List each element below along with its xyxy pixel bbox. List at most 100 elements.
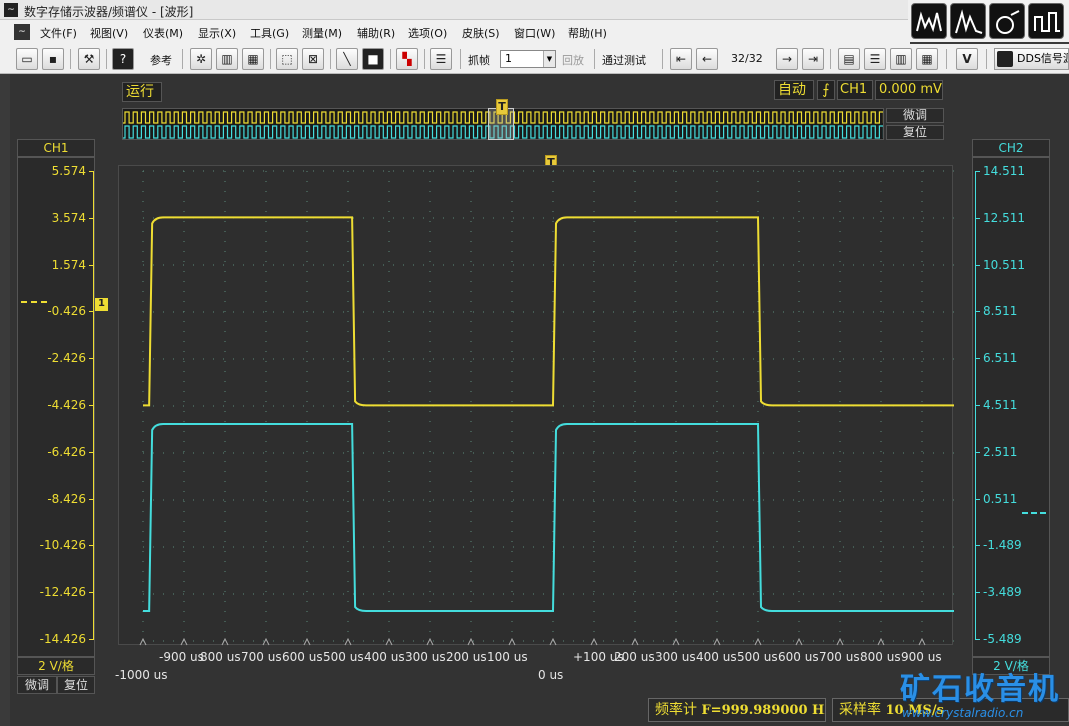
ch1-axis-line (93, 171, 94, 639)
dds-label: DDS信号源 (1017, 52, 1069, 65)
toolbar-separator (70, 49, 71, 69)
scope-display[interactable] (118, 165, 967, 646)
layout-icon[interactable]: ☰ (430, 48, 452, 70)
split-horizontal-icon[interactable]: ☰ (864, 48, 886, 70)
sample-rate-label: 采样率 (839, 702, 881, 718)
ch2-offset-indicator (1022, 512, 1046, 514)
toolbar-separator (830, 49, 831, 69)
last-frame-icon[interactable]: ⇥ (802, 48, 824, 70)
system-menu-icon[interactable]: ~ (14, 24, 30, 40)
time-tick-arrow (180, 637, 188, 646)
menu-options[interactable]: 选项(O) (408, 25, 447, 41)
ch1-fine-button[interactable]: 微调 (17, 676, 57, 694)
ch2-tick-label: -5.489 (983, 632, 1022, 646)
menu-window[interactable]: 窗口(W) (514, 25, 555, 41)
reset-button[interactable]: 复位 (886, 125, 944, 140)
ch1-volts-per-div[interactable]: 2 V/格 (17, 657, 95, 675)
time-tick-arrow (221, 637, 229, 646)
watermark-url: www.crystalradio.cn (902, 706, 1024, 720)
ch1-tick-mark (89, 639, 94, 640)
time-tick-label: 300 us (655, 650, 696, 664)
ch1-tick-label: 5.574 (51, 164, 86, 178)
waveform-plot (139, 170, 967, 646)
skin-spectrum-icon[interactable] (950, 3, 986, 39)
ch2-tick-label: 2.511 (983, 444, 1018, 459)
trigger-channel-button[interactable]: CH1 (837, 80, 873, 100)
first-frame-icon[interactable]: ⇤ (670, 48, 692, 70)
skin-square-wave-icon[interactable] (1028, 3, 1064, 39)
ch1-header[interactable]: CH1 (17, 139, 95, 157)
toolbar-separator (390, 49, 391, 69)
time-center: 0 us (538, 668, 564, 682)
ch2-tick-label: 8.511 (983, 304, 1018, 319)
ch2-axis-panel: 14.511 12.511 10.511 8.511 6.511 4.511 2.511 0.… (972, 157, 1050, 657)
toolbar-separator (424, 49, 425, 69)
menu-measure[interactable]: 测量(M) (302, 25, 342, 41)
stop-icon[interactable]: ■ (362, 48, 384, 70)
menu-display[interactable]: 显示(X) (198, 25, 236, 41)
overview-trigger-marker[interactable]: T (496, 99, 508, 115)
menu-help[interactable]: 帮助(H) (568, 25, 607, 41)
next-frame-icon[interactable]: → (776, 48, 798, 70)
toolbar-separator (330, 49, 331, 69)
capture-count-select[interactable]: 1 ▼ (500, 50, 556, 68)
grid-icon[interactable]: ▥ (216, 48, 238, 70)
toolbar-separator (594, 49, 595, 69)
help-icon[interactable]: ? (112, 48, 134, 70)
single-view-icon[interactable]: ▤ (838, 48, 860, 70)
ch1-reset-button[interactable]: 复位 (57, 676, 95, 694)
split-vertical-icon[interactable]: ▥ (890, 48, 912, 70)
reference-button[interactable]: 参考 (150, 52, 172, 68)
time-tick-label: 500 us (323, 650, 364, 664)
run-stop-button[interactable]: 运行 (122, 82, 162, 102)
open-file-icon[interactable]: ▭ (16, 48, 38, 70)
ch1-tick-label: -8.426 (47, 491, 86, 506)
time-tick-label: -900 us (159, 650, 204, 664)
ch2-tick-label: -3.489 (983, 585, 1022, 600)
toolbar-separator (662, 49, 663, 69)
fine-tune-button[interactable]: 微调 (886, 108, 944, 123)
time-tick-arrow (139, 637, 147, 646)
ch1-tick-label: -2.426 (47, 351, 86, 366)
ch1-tick-label: -6.426 (47, 444, 86, 459)
save-icon[interactable]: ▪ (42, 48, 64, 70)
menu-view[interactable]: 视图(V) (90, 25, 128, 41)
time-tick-arrow (426, 637, 434, 646)
skin-meter-icon[interactable] (989, 3, 1025, 39)
ch2-tick-label: 0.511 (983, 491, 1018, 506)
rising-edge-icon[interactable]: ⨍ (817, 80, 835, 100)
dds-icon (997, 51, 1013, 67)
cursor-icon[interactable]: ✲ (190, 48, 212, 70)
menu-instrument[interactable]: 仪表(M) (143, 25, 183, 41)
prev-frame-icon[interactable]: ← (696, 48, 718, 70)
menu-skin[interactable]: 皮肤(S) (462, 25, 500, 41)
menu-file[interactable]: 文件(F) (40, 25, 77, 41)
ch1-ground-marker[interactable]: 1 (95, 298, 108, 311)
zoom-grid-icon[interactable]: ▦ (242, 48, 264, 70)
color-palette-icon[interactable]: ▚ (396, 48, 418, 70)
ch2-waveform (143, 423, 963, 612)
ch2-axis-line (975, 171, 976, 639)
ch1-tick-label: -14.426 (39, 632, 86, 646)
hammer-icon[interactable]: ⚒ (78, 48, 100, 70)
line-tool-icon[interactable]: ╲ (336, 48, 358, 70)
autoset-icon[interactable]: ⊠ (302, 48, 324, 70)
playback-button[interactable]: 回放 (562, 52, 584, 68)
probe-icon[interactable]: ⬚ (276, 48, 298, 70)
ch2-header[interactable]: CH2 (972, 139, 1050, 157)
time-tick-label: 500 us (737, 650, 778, 664)
volt-meter-button[interactable]: V (956, 48, 978, 70)
menu-tools[interactable]: 工具(G) (250, 25, 289, 41)
skin-switcher (908, 0, 1069, 42)
quad-view-icon[interactable]: ▦ (916, 48, 938, 70)
time-tick-label: 800 us (860, 650, 901, 664)
pass-test-button[interactable]: 通过测试 (602, 52, 646, 68)
time-tick-label: 600 us (778, 650, 819, 664)
menu-assist[interactable]: 辅助(R) (357, 25, 395, 41)
time-tick-arrow (754, 637, 762, 646)
dds-generator-button[interactable]: DDS信号源 (994, 48, 1069, 70)
trigger-mode-button[interactable]: 自动 (774, 80, 814, 100)
time-tick-label: 200 us (446, 650, 487, 664)
trigger-level-readout: 0.000 mV (875, 80, 943, 100)
skin-scope-icon[interactable] (911, 3, 947, 39)
